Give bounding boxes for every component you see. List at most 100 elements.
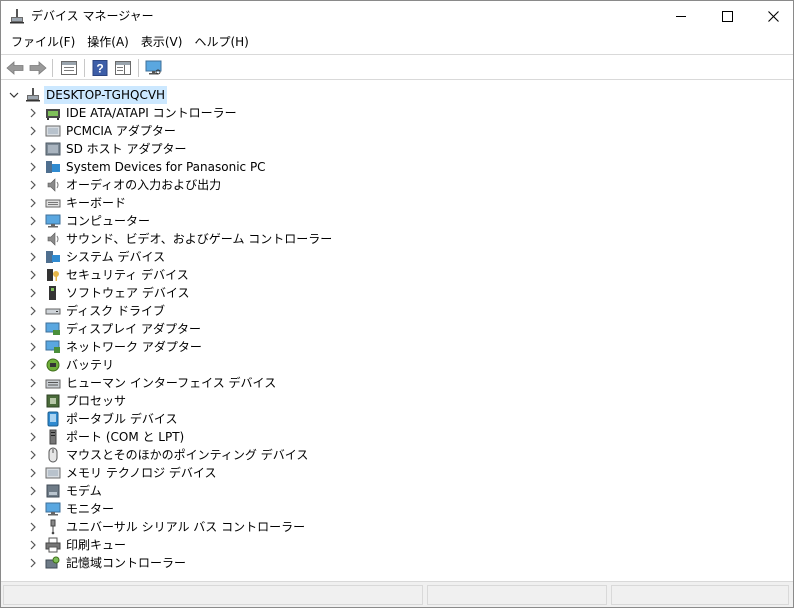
maximize-button[interactable] xyxy=(704,1,750,31)
tree-node[interactable]: ポータブル デバイス xyxy=(1,410,401,428)
chevron-right-icon[interactable] xyxy=(28,161,38,173)
tree-node[interactable]: PCMCIA アダプター xyxy=(1,122,401,140)
chevron-right-icon[interactable] xyxy=(28,269,38,281)
tree-node-label[interactable]: ポート (COM と LPT) xyxy=(66,428,184,446)
menu-view[interactable]: 表示(V) xyxy=(135,32,189,53)
properties-pane-button[interactable] xyxy=(59,58,79,78)
chevron-right-icon[interactable] xyxy=(28,557,38,569)
chevron-right-icon[interactable] xyxy=(28,485,38,497)
chevron-right-icon[interactable] xyxy=(28,233,38,245)
chevron-right-icon[interactable] xyxy=(28,251,38,263)
tree-node[interactable]: ディスプレイ アダプター xyxy=(1,320,401,338)
tree-root[interactable]: DESKTOP-TGHQCVH xyxy=(1,86,301,104)
action-pane-button[interactable] xyxy=(113,58,133,78)
tree-node-label[interactable]: コンピューター xyxy=(66,212,150,230)
tree-node[interactable]: 記憶域コントローラー xyxy=(1,554,401,572)
help-button[interactable]: ? xyxy=(90,58,110,78)
tree-node-label[interactable]: ヒューマン インターフェイス デバイス xyxy=(66,374,276,392)
menu-action[interactable]: 操作(A) xyxy=(81,32,135,53)
tree-node[interactable]: ポート (COM と LPT) xyxy=(1,428,401,446)
back-button[interactable] xyxy=(5,58,25,78)
chevron-right-icon[interactable] xyxy=(28,395,38,407)
tree-node-label[interactable]: モニター xyxy=(66,500,114,518)
tree-node-label[interactable]: SD ホスト アダプター xyxy=(66,140,187,158)
device-tree[interactable]: DESKTOP-TGHQCVH IDE ATA/ATAPI コントローラー PCM… xyxy=(1,81,793,581)
system-devices-icon xyxy=(46,161,60,173)
chevron-right-icon[interactable] xyxy=(28,503,38,515)
tree-node-label[interactable]: メモリ テクノロジ デバイス xyxy=(66,464,217,482)
chevron-right-icon[interactable] xyxy=(28,449,38,461)
menu-help[interactable]: ヘルプ(H) xyxy=(188,32,254,53)
tree-node[interactable]: メモリ テクノロジ デバイス xyxy=(1,464,401,482)
tree-node-label[interactable]: モデム xyxy=(66,482,102,500)
chevron-right-icon[interactable] xyxy=(28,143,38,155)
tree-node-label[interactable]: ネットワーク アダプター xyxy=(66,338,202,356)
tree-node[interactable]: バッテリ xyxy=(1,356,401,374)
usb-icon xyxy=(50,519,56,535)
tree-node-label[interactable]: バッテリ xyxy=(66,356,114,374)
scan-hardware-button[interactable] xyxy=(144,58,164,78)
tree-node[interactable]: キーボード xyxy=(1,194,401,212)
tree-node[interactable]: マウスとそのほかのポインティング デバイス xyxy=(1,446,401,464)
tree-node[interactable]: オーディオの入力および出力 xyxy=(1,176,401,194)
chevron-right-icon[interactable] xyxy=(28,323,38,335)
tree-node-label[interactable]: ポータブル デバイス xyxy=(66,410,177,428)
chevron-right-icon[interactable] xyxy=(28,197,38,209)
tree-node-label[interactable]: 記憶域コントローラー xyxy=(66,554,186,572)
tree-node-label[interactable]: サウンド、ビデオ、およびゲーム コントローラー xyxy=(66,230,332,248)
tree-node-label[interactable]: キーボード xyxy=(66,194,126,212)
tree-node[interactable]: モデム xyxy=(1,482,401,500)
chevron-right-icon[interactable] xyxy=(28,341,38,353)
forward-button[interactable] xyxy=(28,58,48,78)
tree-node[interactable]: ユニバーサル シリアル バス コントローラー xyxy=(1,518,401,536)
tree-node-label[interactable]: PCMCIA アダプター xyxy=(66,122,176,140)
tree-node-label[interactable]: ソフトウェア デバイス xyxy=(66,284,189,302)
tree-node[interactable]: System Devices for Panasonic PC xyxy=(1,158,401,176)
tree-node[interactable]: IDE ATA/ATAPI コントローラー xyxy=(1,104,401,122)
tree-node-label[interactable]: System Devices for Panasonic PC xyxy=(66,158,266,176)
chevron-right-icon[interactable] xyxy=(28,539,38,551)
tree-node[interactable]: 印刷キュー xyxy=(1,536,401,554)
tree-node[interactable]: ヒューマン インターフェイス デバイス xyxy=(1,374,401,392)
tree-node-label[interactable]: ディスク ドライブ xyxy=(66,302,165,320)
chevron-right-icon[interactable] xyxy=(28,413,38,425)
tree-node[interactable]: モニター xyxy=(1,500,401,518)
tree-node[interactable]: ネットワーク アダプター xyxy=(1,338,401,356)
chevron-right-icon[interactable] xyxy=(28,377,38,389)
minimize-button[interactable] xyxy=(658,1,704,31)
tree-node[interactable]: ディスク ドライブ xyxy=(1,302,401,320)
chevron-right-icon[interactable] xyxy=(28,107,38,119)
tree-node[interactable]: プロセッサ xyxy=(1,392,401,410)
chevron-down-icon[interactable] xyxy=(8,88,20,102)
toolbar-separator xyxy=(84,59,85,77)
tree-node-label[interactable]: ディスプレイ アダプター xyxy=(66,320,201,338)
tree-node[interactable]: サウンド、ビデオ、およびゲーム コントローラー xyxy=(1,230,401,248)
close-button[interactable] xyxy=(750,1,794,31)
tree-node-label[interactable]: セキュリティ デバイス xyxy=(66,266,189,284)
tree-node[interactable]: ソフトウェア デバイス xyxy=(1,284,401,302)
root-label[interactable]: DESKTOP-TGHQCVH xyxy=(44,86,168,104)
chevron-right-icon[interactable] xyxy=(28,287,38,299)
tree-node-label[interactable]: マウスとそのほかのポインティング デバイス xyxy=(66,446,308,464)
chevron-right-icon[interactable] xyxy=(28,215,38,227)
tree-node-label[interactable]: システム デバイス xyxy=(66,248,165,266)
chevron-right-icon[interactable] xyxy=(28,359,38,371)
tree-node-label[interactable]: IDE ATA/ATAPI コントローラー xyxy=(66,104,237,122)
tree-node-label[interactable]: ユニバーサル シリアル バス コントローラー xyxy=(66,518,305,536)
chevron-right-icon[interactable] xyxy=(28,521,38,533)
tree-node[interactable]: コンピューター xyxy=(1,212,401,230)
software-device-icon xyxy=(49,286,56,300)
menu-file[interactable]: ファイル(F) xyxy=(5,32,81,53)
chevron-right-icon[interactable] xyxy=(28,179,38,191)
chevron-right-icon[interactable] xyxy=(28,431,38,443)
tree-node[interactable]: SD ホスト アダプター xyxy=(1,140,401,158)
tree-node[interactable]: セキュリティ デバイス xyxy=(1,266,401,284)
chevron-right-icon[interactable] xyxy=(28,467,38,479)
tree-node[interactable]: システム デバイス xyxy=(1,248,401,266)
tree-node-label[interactable]: プロセッサ xyxy=(66,392,126,410)
chevron-right-icon[interactable] xyxy=(28,305,38,317)
tree-node-label[interactable]: 印刷キュー xyxy=(66,536,126,554)
title-bar[interactable]: デバイス マネージャー xyxy=(1,1,793,31)
chevron-right-icon[interactable] xyxy=(28,125,38,137)
tree-node-label[interactable]: オーディオの入力および出力 xyxy=(66,176,221,194)
